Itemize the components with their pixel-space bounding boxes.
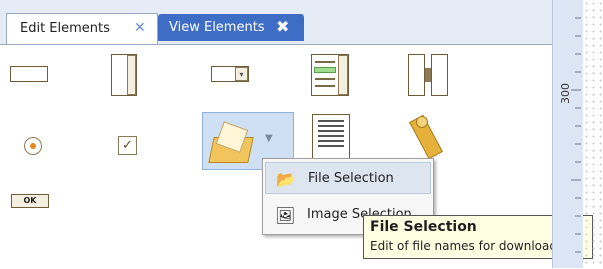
tooltip-description: Edit of file names for downloads — [370, 239, 564, 253]
two-column-list-icon[interactable] — [408, 54, 448, 96]
menu-item-file-selection[interactable]: 📂 File Selection — [265, 162, 431, 194]
close-icon[interactable]: ✕ — [134, 20, 146, 36]
canvas-grid — [583, 0, 603, 268]
tooltip-title: File Selection — [370, 219, 477, 235]
folder-icon: 📂 — [276, 170, 296, 189]
list-icon[interactable] — [311, 54, 349, 96]
textarea-spinner-icon[interactable] — [111, 54, 137, 96]
ruler-label: 300 — [559, 83, 572, 104]
textbox-icon[interactable] — [10, 66, 48, 82]
radio-button-icon[interactable] — [24, 137, 42, 155]
image-icon: 🖼 — [275, 206, 296, 225]
chevron-down-icon[interactable]: ▼ — [265, 133, 273, 144]
bookmark-icon[interactable] — [409, 114, 444, 160]
menu-item-label: File Selection — [308, 171, 394, 186]
ruler-ticks — [571, 17, 581, 253]
tab-edit-elements[interactable]: Edit Elements ✕ — [6, 13, 158, 44]
vertical-ruler[interactable]: 300 — [553, 0, 583, 268]
close-icon[interactable]: ✖ — [276, 17, 289, 36]
document-icon[interactable] — [312, 114, 350, 160]
tab-label: Edit Elements — [20, 21, 110, 36]
tab-label: View Elements — [169, 20, 265, 35]
checkbox-icon[interactable]: ✓ — [118, 136, 137, 155]
dropdown-icon[interactable]: ▾ — [211, 66, 249, 82]
ok-button-icon[interactable]: OK — [11, 194, 49, 208]
tab-view-elements[interactable]: View Elements ✖ — [158, 14, 304, 41]
file-selection-icon — [208, 119, 254, 163]
